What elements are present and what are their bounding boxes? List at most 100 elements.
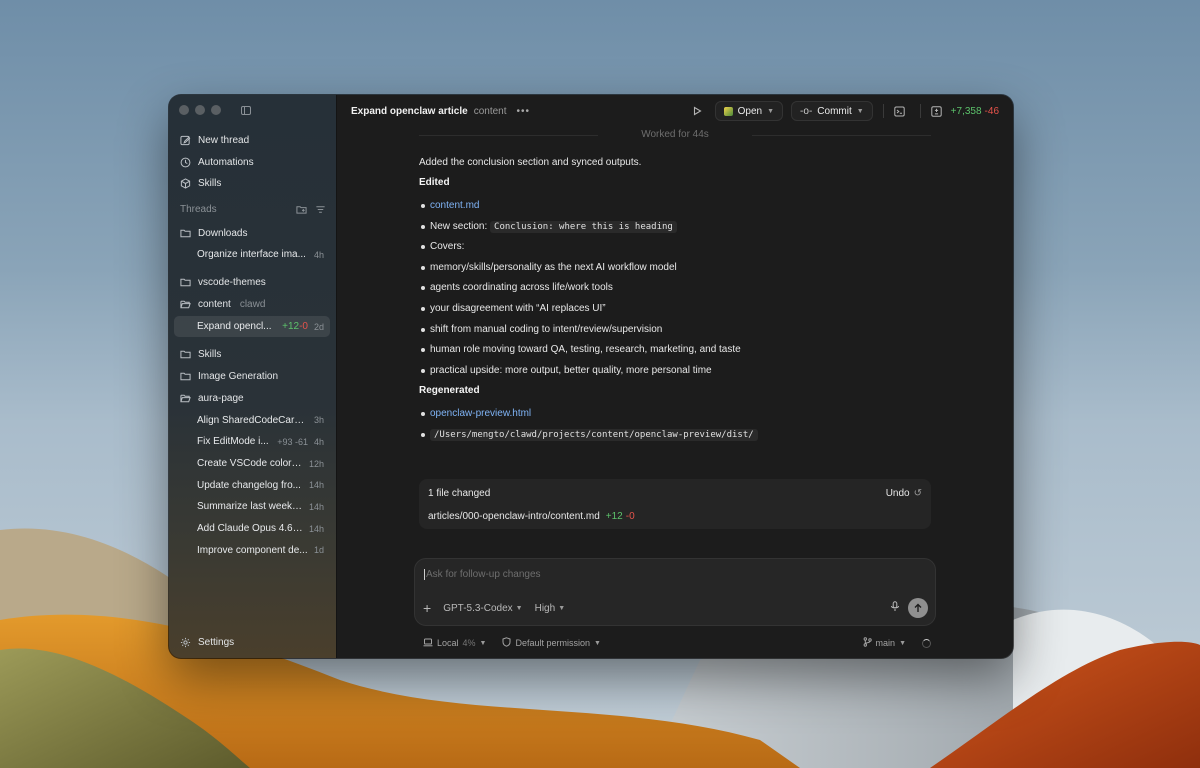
folder-vscode-themes[interactable]: vscode-themes (174, 272, 330, 294)
undo-button[interactable]: Undo ↺ (886, 488, 922, 499)
thread-item[interactable]: Fix EditMode i... +93 -61 4h (174, 431, 330, 453)
open-button[interactable]: Open ▼ (714, 101, 784, 121)
folder-skills[interactable]: Skills (174, 343, 330, 365)
chevron-down-icon: ▼ (558, 604, 566, 612)
add-attachment-icon[interactable]: + (423, 600, 431, 616)
thread-item[interactable]: Improve component de... 1d (174, 540, 330, 562)
folder-image-generation[interactable]: Image Generation (174, 365, 330, 387)
thread-time: 12h (308, 458, 324, 469)
commit-button[interactable]: -o- Commit ▼ (791, 101, 873, 121)
sidebar-toggle-icon[interactable] (241, 106, 251, 115)
file-changes-card: 1 file changed Undo ↺ articles/000-openc… (419, 479, 931, 529)
folder-label: Downloads (198, 227, 248, 239)
environment-usage: 4% (462, 638, 476, 648)
send-button[interactable] (908, 598, 928, 618)
filter-icon[interactable] (315, 204, 326, 215)
composer-input[interactable]: Ask for follow-up changes (424, 569, 541, 580)
chevron-down-icon: ▼ (594, 639, 601, 647)
threads-header: Threads (180, 204, 326, 215)
thread-item[interactable]: Update changelog fro... 14h (174, 474, 330, 496)
branch-select[interactable]: main ▼ (863, 637, 906, 649)
nav-skills[interactable]: Skills (174, 173, 330, 195)
file-link[interactable]: openclaw-preview.html (430, 408, 531, 419)
window-controls (179, 105, 221, 115)
branch-label: main (875, 638, 896, 648)
file-diff-del: -0 (625, 511, 635, 522)
thread-time: 1d (313, 545, 324, 556)
threads-header-label: Threads (180, 204, 217, 215)
folder-sublabel: clawd (239, 299, 266, 311)
cube-icon (180, 178, 191, 189)
new-section-code: Conclusion: where this is heading (490, 220, 677, 233)
thread-title: Expand openclaw article (351, 105, 468, 117)
thread-title: Improve component de... (197, 544, 308, 556)
list-item: memory/skills/personality as the next AI… (419, 260, 931, 281)
thread-diff-add: +12 (282, 321, 300, 333)
total-diff-add: +7,358 (950, 105, 982, 117)
composer[interactable]: Ask for follow-up changes + GPT-5.3-Code… (414, 558, 936, 626)
folder-content[interactable]: content clawd (174, 294, 330, 316)
new-folder-icon[interactable] (296, 204, 307, 215)
thread-title: Align SharedCodeCard ... (197, 414, 308, 426)
minimize-window-button[interactable] (195, 105, 205, 115)
thread-item[interactable]: Align SharedCodeCard ... 3h (174, 409, 330, 431)
thread-item-active[interactable]: Expand opencl... +12 -0 2d (174, 315, 330, 338)
thread-item[interactable]: Add Claude Opus 4.6 o... 14h (174, 518, 330, 540)
diff-icon[interactable] (927, 101, 947, 121)
gear-icon (180, 637, 191, 648)
commit-label: Commit (817, 105, 852, 117)
model-label: GPT-5.3-Codex (443, 602, 513, 614)
commit-icon: -o- (800, 105, 813, 117)
undo-label: Undo (885, 487, 910, 499)
loading-spinner-icon (922, 638, 931, 648)
thread-time: 4h (313, 249, 324, 260)
permission-select[interactable]: Default permission ▼ (502, 637, 601, 649)
folder-aura-page[interactable]: aura-page (174, 387, 330, 409)
terminal-icon[interactable] (890, 101, 910, 121)
thread-title: Fix EditMode i... (197, 436, 269, 448)
thread-item[interactable]: Summarize last week P... 14h (174, 496, 330, 518)
list-item: /Users/mengto/clawd/projects/content/ope… (419, 427, 931, 448)
list-item: openclaw-preview.html (419, 406, 931, 427)
thread-title: Create VSCode color t... (197, 458, 303, 470)
environment-label: Local (437, 638, 459, 648)
zoom-window-button[interactable] (211, 105, 221, 115)
message-intro: Added the conclusion section and synced … (419, 157, 642, 168)
changes-summary: 1 file changed (428, 487, 491, 499)
thread-time: 14h (308, 480, 324, 491)
main-pane: Expand openclaw article content ••• Open… (337, 95, 1013, 658)
thread-time: 2d (313, 321, 324, 332)
thread-tree: Downloads Organize interface ima... 4h v… (174, 222, 330, 561)
path-code: /Users/mengto/clawd/projects/content/ope… (430, 428, 758, 441)
changed-file-path: articles/000-openclaw-intro/content.md (428, 511, 600, 522)
microphone-icon[interactable] (890, 601, 900, 615)
play-icon[interactable] (687, 101, 707, 121)
list-item: shift from manual coding to intent/revie… (419, 322, 931, 343)
more-options-icon[interactable]: ••• (517, 106, 531, 117)
folder-icon (180, 349, 191, 360)
close-window-button[interactable] (179, 105, 189, 115)
list-item: agents coordinating across life/work too… (419, 280, 931, 301)
model-select[interactable]: GPT-5.3-Codex ▼ (443, 603, 522, 614)
thread-item[interactable]: Create VSCode color t... 12h (174, 453, 330, 475)
changed-file-row[interactable]: articles/000-openclaw-intro/content.md +… (428, 511, 922, 522)
file-diff-add: +12 (605, 511, 623, 522)
settings-button[interactable]: Settings (180, 637, 234, 648)
regenerated-heading: Regenerated (419, 385, 480, 397)
list-item: your disagreement with “AI replaces UI” (419, 301, 931, 322)
file-link[interactable]: content.md (430, 200, 479, 211)
sidebar: New thread Automations Skills Threads Do… (169, 95, 337, 658)
new-section-label: New section: (430, 220, 488, 232)
open-label: Open (737, 105, 763, 117)
thread-title: Update changelog fro... (197, 479, 301, 491)
nav-automations[interactable]: Automations (174, 152, 330, 174)
nav-new-thread[interactable]: New thread (174, 130, 330, 152)
list-item: New section: Conclusion: where this is h… (419, 219, 931, 240)
thread-time: 14h (308, 523, 324, 534)
effort-select[interactable]: High ▼ (535, 603, 566, 614)
folder-label: Image Generation (198, 370, 279, 382)
thread-item[interactable]: Organize interface ima... 4h (174, 244, 330, 266)
folder-icon (180, 277, 191, 288)
environment-select[interactable]: Local 4% ▼ (423, 638, 486, 649)
folder-downloads[interactable]: Downloads (174, 222, 330, 244)
